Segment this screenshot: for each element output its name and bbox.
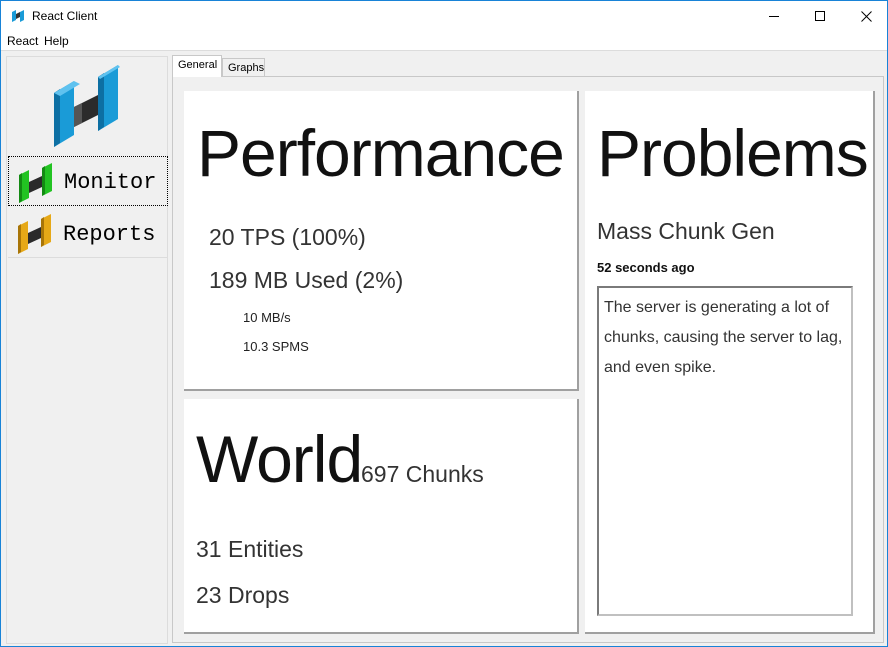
problems-card: Problems Mass Chunk Gen 52 seconds ago T… <box>585 91 875 634</box>
window-title: React Client <box>32 9 98 23</box>
react-logo-icon <box>54 65 120 147</box>
minimize-icon <box>768 15 779 17</box>
problem-name: Mass Chunk Gen <box>597 218 775 244</box>
problem-description-box[interactable]: The server is generating a lot of chunks… <box>597 286 853 616</box>
sidebar: Monitor Reports <box>6 56 168 644</box>
chunks-value: 697 Chunks <box>361 461 484 487</box>
problems-title: Problems <box>597 116 869 190</box>
problem-timestamp: 52 seconds ago <box>597 260 695 275</box>
performance-title: Performance <box>197 116 565 190</box>
general-tab-panel: Performance 20 TPS (100%) 189 MB Used (2… <box>172 76 884 643</box>
app-icon <box>12 10 24 22</box>
drops-value: 23 Drops <box>196 582 290 608</box>
sidebar-item-monitor[interactable]: Monitor <box>8 156 168 206</box>
app-window: React Client React Help Monitor Reports … <box>0 0 888 647</box>
world-card: World 697 Chunks 31 Entities 23 Drops <box>184 399 579 634</box>
sidebar-item-label: Monitor <box>64 170 157 195</box>
spms-value: 10.3 SPMS <box>243 339 309 354</box>
reports-logo-icon <box>18 214 51 254</box>
close-button[interactable] <box>843 1 888 31</box>
sidebar-item-label: Reports <box>63 222 156 247</box>
maximize-button[interactable] <box>797 1 843 31</box>
entities-value: 31 Entities <box>196 536 304 562</box>
menu-help[interactable]: Help <box>44 34 69 48</box>
memory-used-value: 189 MB Used (2%) <box>209 267 404 293</box>
sidebar-item-reports[interactable]: Reports <box>8 208 168 258</box>
minimize-button[interactable] <box>751 1 797 31</box>
tab-graphs[interactable]: Graphs <box>222 58 265 76</box>
title-bar[interactable]: React Client <box>1 1 887 31</box>
tab-general[interactable]: General <box>172 55 222 77</box>
menu-react[interactable]: React <box>7 34 38 48</box>
performance-card: Performance 20 TPS (100%) 189 MB Used (2… <box>184 91 579 391</box>
maximize-icon <box>814 10 825 21</box>
memory-rate-value: 10 MB/s <box>243 310 291 325</box>
monitor-logo-icon <box>19 163 52 203</box>
close-icon <box>860 10 872 22</box>
tps-value: 20 TPS (100%) <box>209 224 366 250</box>
menu-bar: React Help <box>1 31 887 51</box>
world-title: World <box>196 422 363 496</box>
